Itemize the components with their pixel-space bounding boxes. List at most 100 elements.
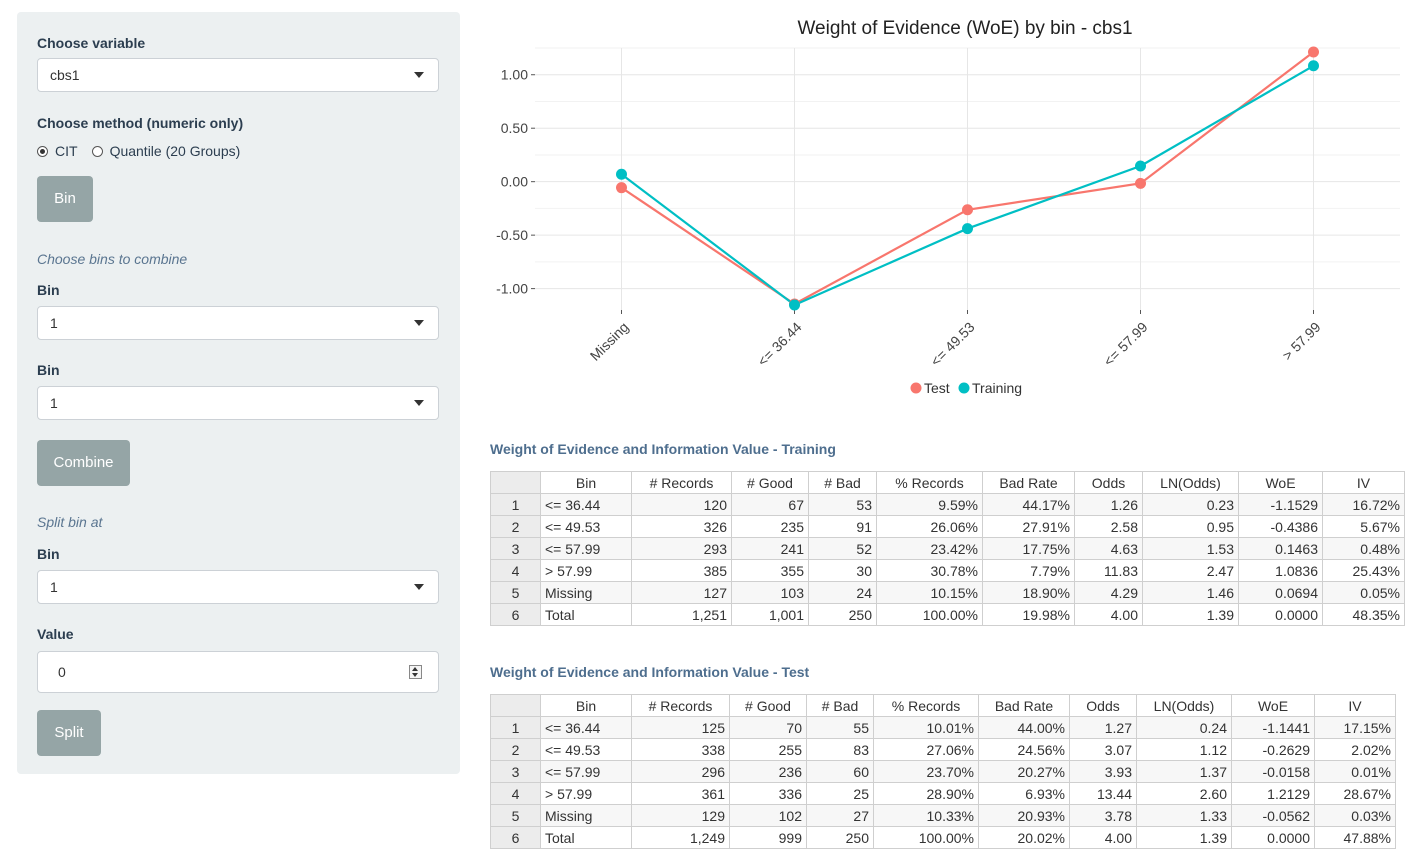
table-cell: 1.27 <box>1069 716 1137 739</box>
bin-label-1: Bin <box>37 282 60 298</box>
table-cell: 361 <box>631 782 730 805</box>
table-cell: 1,001 <box>731 603 809 626</box>
table-cell: 0.0000 <box>1231 826 1315 849</box>
table-cell: 28.67% <box>1314 782 1396 805</box>
method-radio-group: CIT Quantile (20 Groups) <box>37 143 240 159</box>
row-number: 3 <box>490 537 541 560</box>
table-cell: 91 <box>808 515 877 538</box>
column-header: Odds <box>1074 471 1143 494</box>
table-cell: 100.00% <box>876 603 983 626</box>
table-cell: 129 <box>631 804 730 827</box>
table-cell: 102 <box>729 804 807 827</box>
table-cell: 18.90% <box>982 581 1075 604</box>
table-cell: 0.24 <box>1136 716 1232 739</box>
table-cell: 1.39 <box>1142 603 1239 626</box>
table-cell: 2.58 <box>1074 515 1143 538</box>
column-header: Bad Rate <box>982 471 1075 494</box>
bin-select-1-value: 1 <box>50 315 58 331</box>
table-cell: 355 <box>731 559 809 582</box>
table-cell: 23.42% <box>876 537 983 560</box>
row-number: 5 <box>490 581 541 604</box>
variable-select[interactable]: cbs1 <box>37 58 439 92</box>
data-point <box>1135 160 1146 172</box>
column-header: WoE <box>1231 694 1315 717</box>
table-cell: 385 <box>631 559 732 582</box>
bin-select-2[interactable]: 1 <box>37 386 439 420</box>
table-cell: 1.53 <box>1142 537 1239 560</box>
row-number: 2 <box>490 515 541 538</box>
chevron-down-icon <box>414 584 424 590</box>
test-table: Bin # Records # Good # Bad% Records Bad Rate… <box>490 694 1396 849</box>
column-header: % Records <box>876 471 983 494</box>
table-cell: Total <box>540 826 632 849</box>
data-point <box>1308 60 1319 72</box>
table-cell: > 57.99 <box>540 559 632 582</box>
table-cell: 47.88% <box>1314 826 1396 849</box>
table-cell: 100.00% <box>873 826 979 849</box>
table-row: 6 Total 1,249 999 250 100.00% 20.02% 4.00 1.39 0.… <box>490 826 1396 849</box>
table-cell: 127 <box>631 581 732 604</box>
data-point <box>616 182 627 194</box>
bin-label-2: Bin <box>37 362 60 378</box>
method-label: Choose method (numeric only) <box>37 115 244 131</box>
stepper-icon[interactable] <box>409 665 422 679</box>
table-cell: 27.91% <box>982 515 1075 538</box>
split-button[interactable]: Split <box>37 710 101 756</box>
table-cell: <= 49.53 <box>540 738 632 761</box>
table-cell: 7.79% <box>982 559 1075 582</box>
table-cell: 20.93% <box>978 804 1070 827</box>
split-heading: Split bin at <box>37 514 103 530</box>
table-cell: 53 <box>808 493 877 516</box>
table-cell: 48.35% <box>1322 603 1405 626</box>
radio-cit[interactable] <box>37 145 48 157</box>
combine-button[interactable]: Combine <box>37 440 130 486</box>
data-point <box>962 223 973 235</box>
table-cell: 3.07 <box>1069 738 1137 761</box>
value-input-text: 0 <box>58 664 66 680</box>
chevron-down-icon <box>414 320 424 326</box>
table-row: 1 <= 36.44 125 70 55 10.01% 44.00% 1.27 0.24 -1.1… <box>490 716 1396 739</box>
bin-select-2-value: 1 <box>50 395 58 411</box>
table-cell: 0.1463 <box>1238 537 1323 560</box>
column-header: # Good <box>731 471 809 494</box>
table-cell: 4.00 <box>1074 603 1143 626</box>
table-cell: 5.67% <box>1322 515 1405 538</box>
bin-button[interactable]: Bin <box>37 176 93 222</box>
table-cell: 52 <box>808 537 877 560</box>
x-axis-ticks: Missing <= 36.44 <= 49.53 <= 57.99 > 57.99 <box>587 310 1324 369</box>
bin-select-3[interactable]: 1 <box>37 570 439 604</box>
table-cell: 70 <box>729 716 807 739</box>
table-cell: 1.0836 <box>1238 559 1323 582</box>
table-cell: <= 57.99 <box>540 760 632 783</box>
table-cell: 1.33 <box>1136 804 1232 827</box>
table-cell: <= 49.53 <box>540 515 632 538</box>
x-tick-label: <= 49.53 <box>927 319 978 370</box>
table-cell: 55 <box>806 716 874 739</box>
radio-quantile[interactable] <box>91 145 103 157</box>
row-number: 3 <box>490 760 541 783</box>
table-cell: 326 <box>631 515 732 538</box>
table-cell: 336 <box>729 782 807 805</box>
table-cell: 19.98% <box>982 603 1075 626</box>
table-cell: 26.06% <box>876 515 983 538</box>
woe-chart-svg: Weight of Evidence (WoE) by bin - cbs1 1… <box>496 18 1400 396</box>
table-cell: 25 <box>806 782 874 805</box>
value-input[interactable]: 0 <box>37 651 439 693</box>
table-cell: 0.05% <box>1322 581 1405 604</box>
table-cell: 1,249 <box>631 826 730 849</box>
bin-select-1[interactable]: 1 <box>37 306 439 340</box>
table-row: 1 <= 36.44 120 67 53 9.59% 44.17% 1.26 0.23 -1.15… <box>490 493 1405 516</box>
table-row: 2 <= 49.53 326 235 91 26.06% 27.91% 2.58 0.95 -0.… <box>490 515 1405 538</box>
table-cell: -0.0158 <box>1231 760 1315 783</box>
radio-quantile-label: Quantile (20 Groups) <box>109 143 241 159</box>
training-table: Bin # Records # Good # Bad% Records Bad Rate… <box>490 471 1405 626</box>
table-cell: Missing <box>540 581 632 604</box>
training-table-title: Weight of Evidence and Information Value… <box>490 441 836 457</box>
row-number: 2 <box>490 738 541 761</box>
table-cell: 999 <box>729 826 807 849</box>
table-cell: 0.0694 <box>1238 581 1323 604</box>
table-cell: 20.27% <box>978 760 1070 783</box>
table-row: 5 Missing 129 102 27 10.33% 20.93% 3.78 1.33 -0.0… <box>490 804 1396 827</box>
table-cell: 236 <box>729 760 807 783</box>
table-cell: 25.43% <box>1322 559 1405 582</box>
